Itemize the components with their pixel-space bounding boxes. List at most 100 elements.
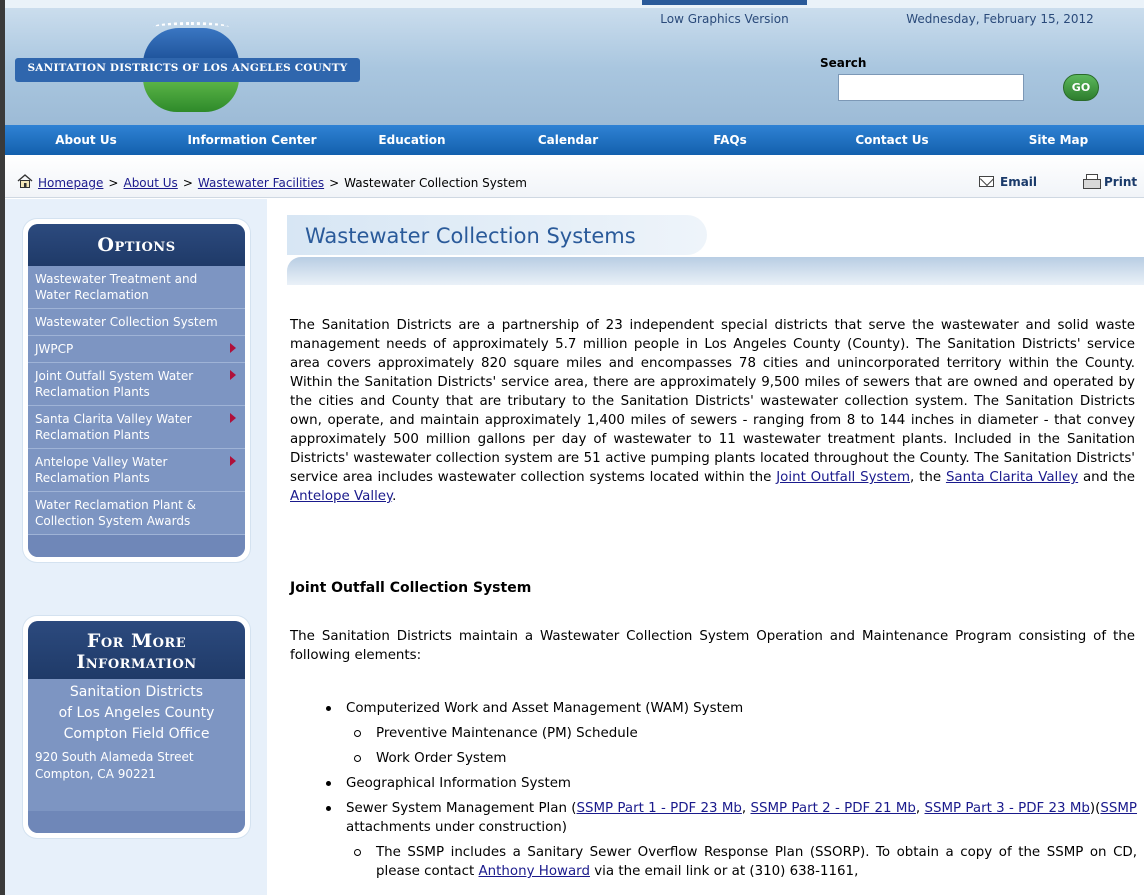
low-graphics-link[interactable]: Low Graphics Version <box>642 12 807 26</box>
more-info-panel-footer <box>28 811 245 833</box>
breadcrumb-separator: > <box>108 176 119 190</box>
option-label: Wastewater Collection System <box>35 315 218 329</box>
link-ssmp-part-2[interactable]: SSMP Part 2 - PDF 21 Mb <box>751 801 916 816</box>
nav-about-us[interactable]: About Us <box>5 125 167 155</box>
home-icon[interactable] <box>17 174 33 188</box>
breadcrumb-homepage[interactable]: Homepage <box>38 176 103 190</box>
site-header: SANITATION DISTRICTS OF LOS ANGELES COUN… <box>5 0 1144 125</box>
separator: )( <box>1089 801 1101 816</box>
submenu-arrow-icon <box>230 370 236 380</box>
main-nav: About Us Information Center Education Ca… <box>5 125 1144 155</box>
page-title: Wastewater Collection Systems <box>305 224 636 248</box>
list-item-text: attachments under construction) <box>346 820 567 835</box>
logo-text: SANITATION DISTRICTS OF LOS ANGELES COUN… <box>27 62 348 74</box>
list-item-text: Computerized Work and Asset Management (… <box>346 701 744 716</box>
breadcrumb-separator: > <box>329 176 340 190</box>
main-content: Wastewater Collection Systems The Sanita… <box>267 199 1144 895</box>
email-label: Email <box>1000 175 1038 189</box>
intro-paragraph: The Sanitation Districts are a partnersh… <box>290 316 1135 506</box>
nav-site-map[interactable]: Site Map <box>973 125 1144 155</box>
submenu-arrow-icon <box>230 343 236 353</box>
list-item: Preventive Maintenance (PM) Schedule <box>322 721 1137 746</box>
email-button[interactable]: Email <box>979 175 1037 189</box>
print-button[interactable]: Print <box>1083 174 1137 189</box>
search-label: Search <box>820 56 867 70</box>
list-item-text: via the email link or at (310) 638-1161, <box>594 864 859 879</box>
options-panel: Options Wastewater Treatment and Water R… <box>23 219 250 562</box>
nav-calendar[interactable]: Calendar <box>487 125 649 155</box>
site-logo[interactable]: SANITATION DISTRICTS OF LOS ANGELES COUN… <box>15 18 360 112</box>
section-heading: Joint Outfall Collection System <box>290 580 532 596</box>
submenu-arrow-icon <box>230 456 236 466</box>
separator: , <box>915 801 921 816</box>
program-elements-list: Computerized Work and Asset Management (… <box>322 696 1137 884</box>
address-city: Compton, CA 90221 <box>35 767 156 781</box>
logo-wave-icon <box>153 22 229 32</box>
low-graphics-tab-marker <box>642 0 807 5</box>
link-ssmp-part-1[interactable]: SSMP Part 1 - PDF 23 Mb <box>577 801 742 816</box>
list-item: The SSMP includes a Sanitary Sewer Overf… <box>322 840 1137 884</box>
link-ssmp-part-3[interactable]: SSMP Part 3 - PDF 23 Mb <box>925 801 1090 816</box>
intro-connector: and the <box>1082 470 1135 485</box>
search-go-button[interactable]: GO <box>1063 74 1099 101</box>
option-label: Antelope Valley Water Reclamation Plants <box>35 455 168 485</box>
link-antelope-valley[interactable]: Antelope Valley <box>290 489 392 504</box>
list-item-text: Preventive Maintenance (PM) Schedule <box>376 726 638 741</box>
info-line: of Los Angeles County <box>58 705 215 721</box>
address-street: 920 South Alameda Street <box>35 750 194 764</box>
print-label: Print <box>1104 175 1138 189</box>
list-item-text: Work Order System <box>376 751 507 766</box>
intro-end: . <box>392 489 397 504</box>
current-date: Wednesday, February 15, 2012 <box>906 12 1094 26</box>
option-antelope-valley[interactable]: Antelope Valley Water Reclamation Plants <box>28 449 245 492</box>
title-banner-band <box>287 257 1144 285</box>
list-item-text: Geographical Information System <box>346 776 571 791</box>
link-ssmp[interactable]: SSMP <box>1100 801 1137 816</box>
link-anthony-howard[interactable]: Anthony Howard <box>479 864 590 879</box>
intro-text: The Sanitation Districts are a partnersh… <box>290 318 1135 485</box>
submenu-arrow-icon <box>230 413 236 423</box>
option-label: Santa Clarita Valley Water Reclamation P… <box>35 412 192 442</box>
breadcrumb-separator: > <box>182 176 193 190</box>
nav-education[interactable]: Education <box>337 125 487 155</box>
nav-contact-us[interactable]: Contact Us <box>811 125 973 155</box>
options-panel-footer <box>28 535 245 557</box>
option-santa-clarita[interactable]: Santa Clarita Valley Water Reclamation P… <box>28 406 245 449</box>
option-awards[interactable]: Water Reclamation Plant & Collection Sys… <box>28 492 245 535</box>
breadcrumb-wastewater-facilities[interactable]: Wastewater Facilities <box>198 176 324 190</box>
option-wastewater-collection[interactable]: Wastewater Collection System <box>28 309 245 336</box>
printer-icon <box>1083 174 1101 189</box>
separator: , <box>741 801 747 816</box>
options-title: Options <box>28 224 245 266</box>
option-label: Wastewater Treatment and Water Reclamati… <box>35 272 198 302</box>
nav-faqs[interactable]: FAQs <box>649 125 811 155</box>
list-item: Sewer System Management Plan (SSMP Part … <box>322 796 1137 840</box>
list-item-text: Sewer System Management Plan ( <box>346 801 577 816</box>
more-info-title: For More Information <box>28 621 245 679</box>
logo-green-dome <box>143 78 239 112</box>
list-item: Geographical Information System <box>322 771 1137 796</box>
header-top-strip <box>5 0 1144 8</box>
option-label: Joint Outfall System Water Reclamation P… <box>35 369 194 399</box>
option-wastewater-treatment[interactable]: Wastewater Treatment and Water Reclamati… <box>28 266 245 309</box>
link-santa-clarita-valley[interactable]: Santa Clarita Valley <box>946 470 1078 485</box>
intro-connector: , the <box>910 470 942 485</box>
breadcrumb-bar: Homepage > About Us > Wastewater Facilities >… <box>5 155 1144 198</box>
option-jwpcp[interactable]: JWPCP <box>28 336 245 363</box>
breadcrumb-about-us[interactable]: About Us <box>123 176 177 190</box>
more-info-panel: For More Information Sanitation District… <box>23 616 250 838</box>
sidebar: Options Wastewater Treatment and Water R… <box>5 199 267 895</box>
option-joint-outfall[interactable]: Joint Outfall System Water Reclamation P… <box>28 363 245 406</box>
breadcrumb: Homepage > About Us > Wastewater Facilities >… <box>38 176 527 190</box>
section-intro: The Sanitation Districts maintain a Wast… <box>290 629 1135 663</box>
breadcrumb-current: Wastewater Collection System <box>344 176 527 190</box>
link-joint-outfall-system[interactable]: Joint Outfall System <box>776 470 910 485</box>
envelope-icon <box>979 176 994 187</box>
search-input[interactable] <box>838 74 1024 101</box>
option-label: JWPCP <box>35 342 74 356</box>
info-line: Compton Field Office <box>63 726 210 742</box>
info-line: Sanitation Districts <box>69 684 204 700</box>
more-info-body: Sanitation Districts of Los Angeles Coun… <box>28 679 245 811</box>
nav-information-center[interactable]: Information Center <box>167 125 337 155</box>
option-label: Water Reclamation Plant & Collection Sys… <box>35 498 197 528</box>
